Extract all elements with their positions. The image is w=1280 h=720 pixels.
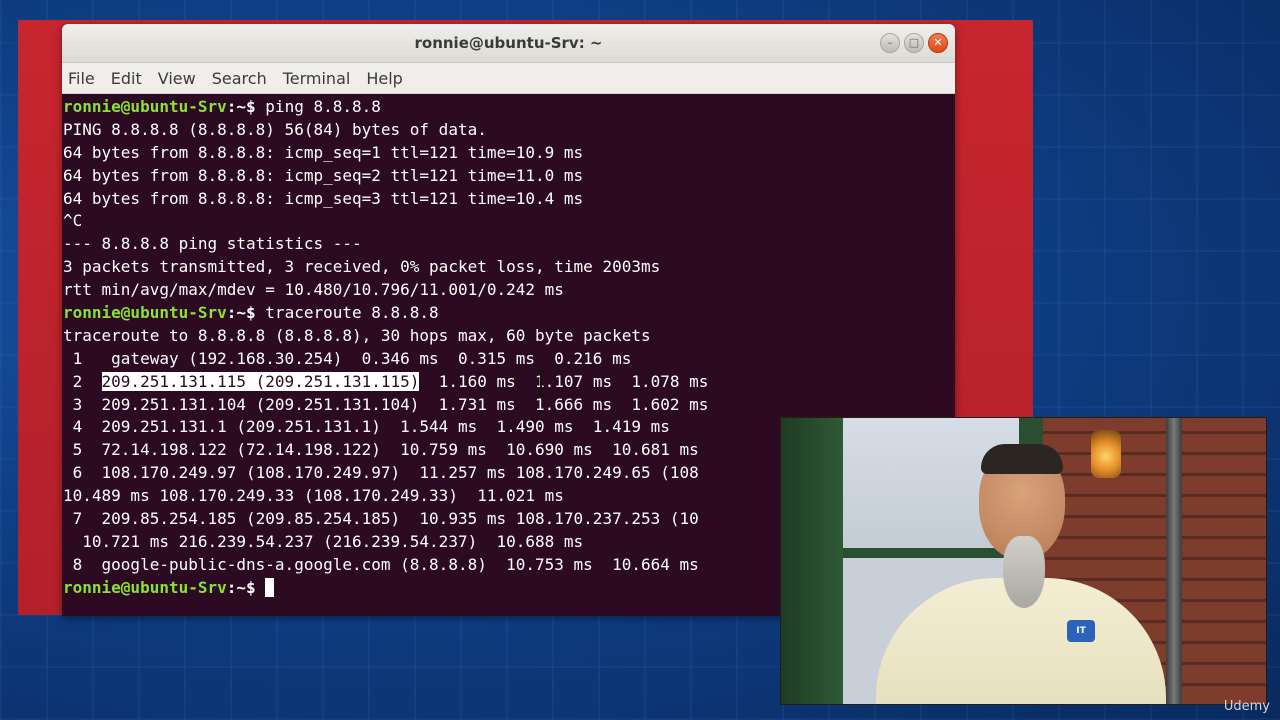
line-text: 8 google-public-dns-a.google.com (8.8.8.… <box>63 554 699 574</box>
shell-prompt-suffix: :~$ <box>226 577 266 597</box>
line-text: traceroute to 8.8.8.8 (8.8.8.8), 30 hops… <box>63 325 651 345</box>
line-text: 10.721 ms 216.239.54.237 (216.239.54.237… <box>63 531 584 551</box>
line-prefix: 2 <box>63 371 102 391</box>
title-bar[interactable]: ronnie@ubuntu-Srv: ~ – □ ✕ <box>62 24 955 63</box>
wall-lamp <box>1091 430 1121 478</box>
line-text: 3 packets transmitted, 3 received, 0% pa… <box>63 257 661 277</box>
line-text: 1.160 ms 1.107 ms 1.078 ms <box>419 371 709 391</box>
terminal-line: PING 8.8.8.8 (8.8.8.8) 56(84) bytes of d… <box>62 119 955 142</box>
minimize-button[interactable]: – <box>880 33 900 53</box>
instructor-video: IT <box>780 417 1267 705</box>
close-button[interactable]: ✕ <box>928 33 948 53</box>
line-text: 7 209.85.254.185 (209.85.254.185) 10.935… <box>63 509 699 529</box>
menu-file[interactable]: File <box>68 69 95 88</box>
terminal-line: ronnie@ubuntu-Srv:~$ traceroute 8.8.8.8 <box>62 302 955 325</box>
terminal-line: rtt min/avg/max/mdev = 10.480/10.796/11.… <box>62 279 955 302</box>
terminal-line: traceroute to 8.8.8.8 (8.8.8.8), 30 hops… <box>62 325 955 348</box>
terminal-line: 64 bytes from 8.8.8.8: icmp_seq=1 ttl=12… <box>62 142 955 165</box>
line-text: traceroute 8.8.8.8 <box>265 303 439 323</box>
menu-search[interactable]: Search <box>212 69 267 88</box>
line-text: rtt min/avg/max/mdev = 10.480/10.796/11.… <box>63 280 564 300</box>
line-text: ping 8.8.8.8 <box>265 97 381 116</box>
menu-help[interactable]: Help <box>366 69 402 88</box>
shell-prompt-suffix: :~$ <box>226 303 266 323</box>
line-text: 6 108.170.249.97 (108.170.249.97) 11.257… <box>63 463 699 483</box>
terminal-line: 64 bytes from 8.8.8.8: icmp_seq=2 ttl=12… <box>62 165 955 188</box>
pipe <box>1166 418 1182 704</box>
line-text: 5 72.14.198.122 (72.14.198.122) 10.759 m… <box>63 440 699 460</box>
shell-prompt: ronnie@ubuntu-Srv <box>63 303 227 323</box>
selected-text[interactable]: 209.251.131.115 (209.251.131.115) <box>101 371 420 391</box>
terminal-line: 64 bytes from 8.8.8.8: icmp_seq=3 ttl=12… <box>62 188 955 211</box>
line-text: 64 bytes from 8.8.8.8: icmp_seq=1 ttl=12… <box>63 142 584 162</box>
window-frame <box>781 418 843 704</box>
terminal-line: ^C <box>62 210 955 233</box>
terminal-line: 3 packets transmitted, 3 received, 0% pa… <box>62 256 955 279</box>
instructor-beard <box>1003 536 1045 608</box>
menu-terminal[interactable]: Terminal <box>283 69 351 88</box>
line-text: 64 bytes from 8.8.8.8: icmp_seq=2 ttl=12… <box>63 165 584 185</box>
shell-prompt-suffix: :~$ <box>226 97 266 116</box>
itprotv-logo: IT <box>1067 620 1095 642</box>
line-text: --- 8.8.8.8 ping statistics --- <box>63 234 362 254</box>
line-text: 10.489 ms 108.170.249.33 (108.170.249.33… <box>63 486 564 506</box>
udemy-watermark: Udemy <box>1223 699 1270 714</box>
terminal-line: --- 8.8.8.8 ping statistics --- <box>62 233 955 256</box>
terminal-line: 1 gateway (192.168.30.254) 0.346 ms 0.31… <box>62 348 955 371</box>
window-title: ronnie@ubuntu-Srv: ~ <box>414 34 603 52</box>
line-text: 64 bytes from 8.8.8.8: icmp_seq=3 ttl=12… <box>63 188 584 208</box>
terminal-line: 2 209.251.131.115 (209.251.131.115) 1.16… <box>62 371 955 394</box>
terminal-cursor <box>265 577 275 597</box>
line-text: PING 8.8.8.8 (8.8.8.8) 56(84) bytes of d… <box>63 119 487 139</box>
shell-prompt: ronnie@ubuntu-Srv <box>63 577 227 597</box>
menu-view[interactable]: View <box>158 69 196 88</box>
shell-prompt: ronnie@ubuntu-Srv <box>63 97 227 116</box>
menu-bar: File Edit View Search Terminal Help <box>62 63 955 94</box>
terminal-line: 3 209.251.131.104 (209.251.131.104) 1.73… <box>62 394 955 417</box>
line-text: 4 209.251.131.1 (209.251.131.1) 1.544 ms… <box>63 417 670 437</box>
text-cursor-icon <box>538 370 544 396</box>
line-text: 3 209.251.131.104 (209.251.131.104) 1.73… <box>63 394 709 414</box>
line-text: ^C <box>63 211 83 231</box>
line-text: 1 gateway (192.168.30.254) 0.346 ms 0.31… <box>63 348 632 368</box>
terminal-line: ronnie@ubuntu-Srv:~$ ping 8.8.8.8 <box>62 96 955 119</box>
maximize-button[interactable]: □ <box>904 33 924 53</box>
menu-edit[interactable]: Edit <box>111 69 142 88</box>
screen: ronnie@ubuntu-Srv: ~ – □ ✕ File Edit Vie… <box>0 0 1280 720</box>
instructor-hair <box>981 444 1063 474</box>
